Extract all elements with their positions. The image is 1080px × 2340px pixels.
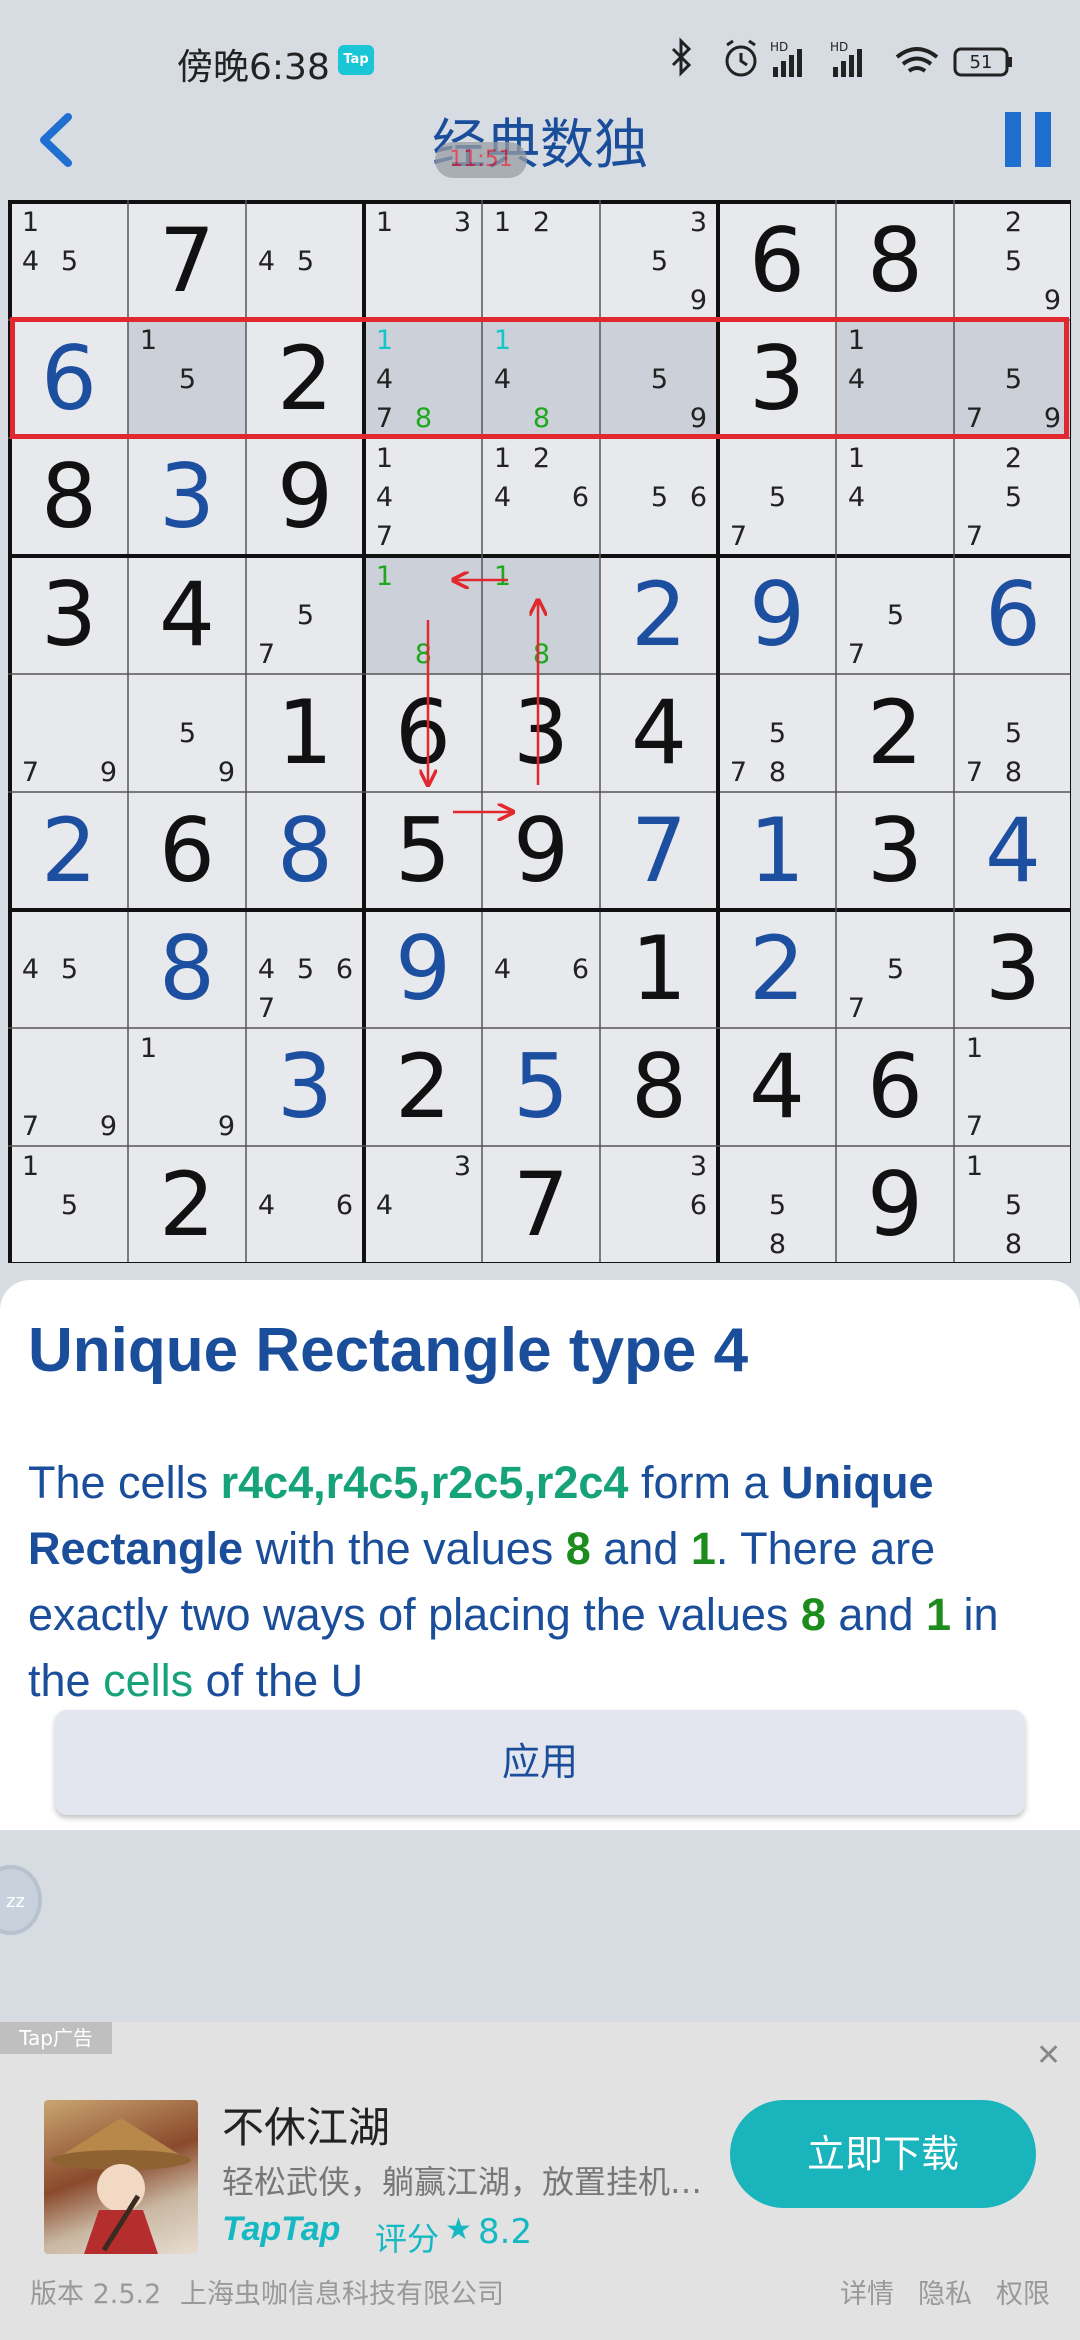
footer-details-link[interactable]: 详情 <box>840 2272 894 2311</box>
highlighted-row-outline <box>10 317 1069 439</box>
hint-title: Unique Rectangle type 4 <box>28 1316 749 1385</box>
hint-text: The cells r4c4,r4c5,r2c5,r2c4 form a Uni… <box>28 1450 1058 1714</box>
ad-rating-score: 8.2 <box>478 2212 533 2252</box>
sudoku-board: 1457451312359682596152147814859314579839… <box>8 200 1072 1263</box>
hint-value: 8 <box>800 1589 826 1640</box>
hint-cells: r4c4,r4c5,r2c5,r2c4 <box>220 1457 629 1508</box>
tap-notification-icon: Tap <box>338 45 374 75</box>
ad-label: Tap广告 <box>0 2022 112 2054</box>
footer-company: 上海虫咖信息科技有限公司 <box>180 2279 504 2310</box>
status-bar: 傍晚6:38 Tap HD HD 51 <box>0 0 1080 95</box>
fab-label: zz <box>6 1891 25 1912</box>
star-icon: ★ <box>445 2212 472 2247</box>
taptap-logo: TapTap <box>222 2210 341 2248</box>
ad-game-image[interactable] <box>44 2100 198 2254</box>
signal-icon-1: HD <box>770 40 802 77</box>
status-time: 傍晚6:38 <box>177 47 330 88</box>
hint-text-part: form a <box>628 1457 782 1508</box>
hint-text-part: and <box>590 1523 691 1574</box>
battery-icon: 51 <box>953 47 1012 77</box>
ad-game-name: 不休江湖 <box>222 2103 391 2152</box>
status-icons: HD HD 51 <box>671 37 1012 77</box>
signal-icon-2: HD <box>830 40 862 77</box>
svg-text:51: 51 <box>970 52 993 73</box>
hint-value: 8 <box>565 1523 591 1574</box>
alarm-icon <box>725 39 757 77</box>
hint-text-part: with the values <box>243 1523 566 1574</box>
ad-download-button[interactable]: 立即下载 <box>730 2100 1036 2208</box>
hint-text-part: of the U <box>193 1655 364 1706</box>
pause-button[interactable] <box>1005 112 1053 167</box>
hint-text-part: and <box>825 1589 927 1640</box>
page-title: 经典数独 <box>432 113 648 176</box>
wifi-icon <box>895 47 939 73</box>
hint-value: 1 <box>690 1523 716 1574</box>
hint-text-part: The cells <box>28 1457 221 1508</box>
footer-privacy-link[interactable]: 隐私 <box>918 2272 972 2311</box>
floating-assist-button[interactable]: zz <box>0 1865 42 1935</box>
bluetooth-icon <box>671 37 692 77</box>
apply-button[interactable]: 应用 <box>55 1710 1025 1815</box>
svg-text:HD: HD <box>770 40 788 54</box>
hint-value: 1 <box>926 1589 952 1640</box>
svg-text:HD: HD <box>830 40 848 54</box>
hint-cells-word: cells <box>103 1655 194 1706</box>
ad-rating-label: 评分 <box>375 2220 440 2258</box>
ad-close-icon[interactable]: ✕ <box>1036 2038 1061 2073</box>
footer-version: 版本 2.5.2 <box>30 2279 162 2310</box>
footer: 版本 2.5.2 上海虫咖信息科技有限公司 详情 隐私 权限 <box>0 2260 1080 2320</box>
ad-game-description: 轻松武侠，躺赢江湖，放置挂机… <box>222 2163 703 2201</box>
game-timer: 11:51 <box>435 142 527 178</box>
footer-permissions-link[interactable]: 权限 <box>996 2272 1050 2311</box>
